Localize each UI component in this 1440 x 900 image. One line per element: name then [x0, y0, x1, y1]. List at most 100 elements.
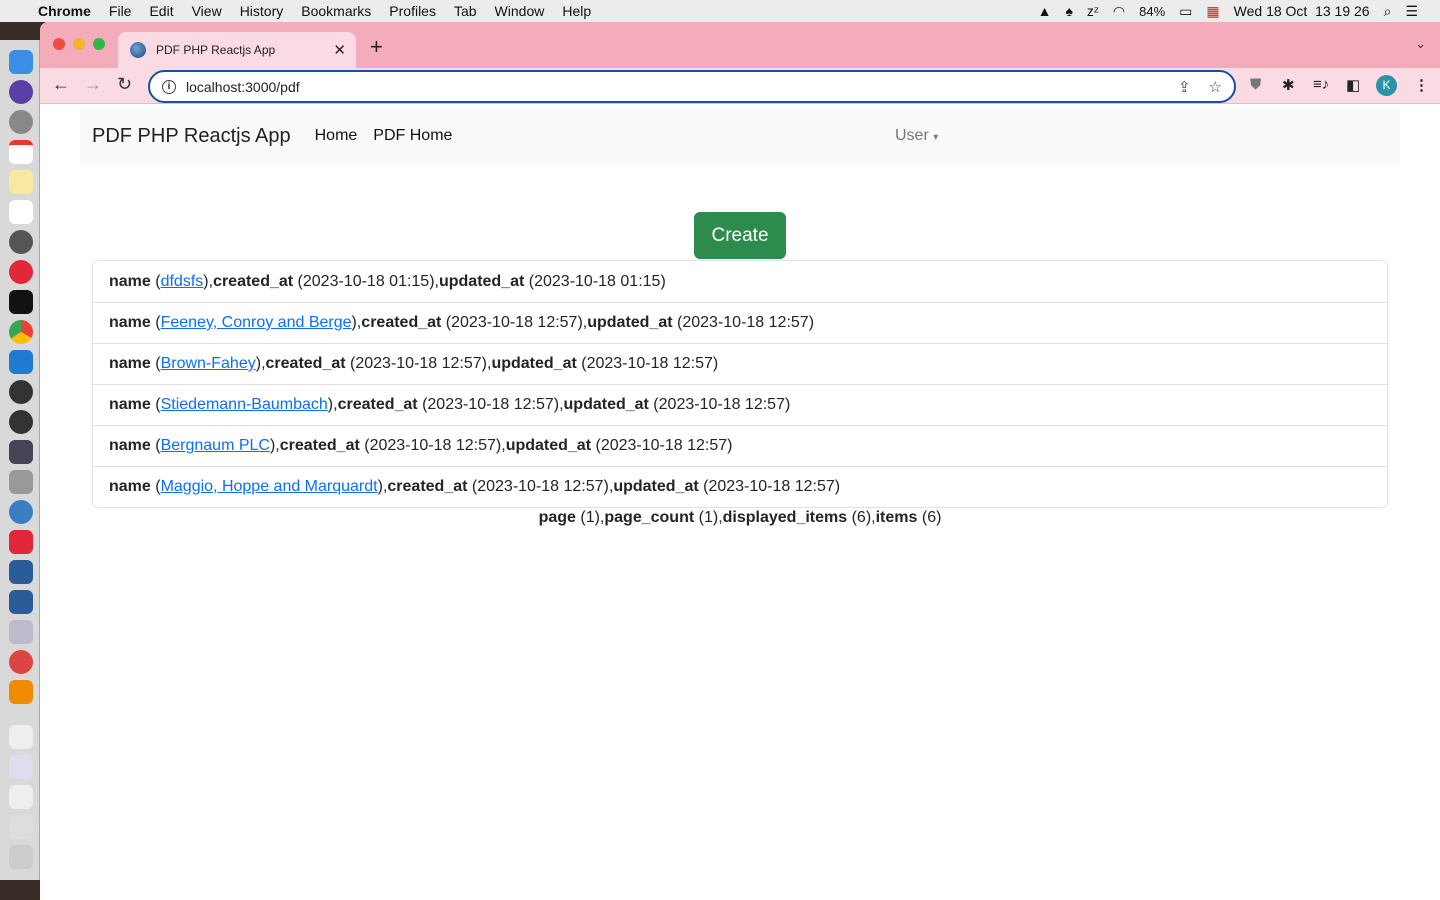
- app-icon[interactable]: [9, 650, 33, 674]
- updated-at-label: updated_at: [505, 437, 592, 454]
- app-icon[interactable]: [9, 620, 33, 644]
- media-icon[interactable]: ≡♪: [1313, 76, 1329, 93]
- info-icon[interactable]: i: [162, 79, 176, 94]
- create-button[interactable]: Create: [694, 212, 786, 259]
- name-label: name: [109, 355, 151, 372]
- reminders-icon[interactable]: [9, 200, 33, 224]
- rocket-icon[interactable]: ♠: [1065, 3, 1072, 19]
- avatar[interactable]: K: [1376, 75, 1397, 96]
- app-icon[interactable]: [9, 530, 33, 554]
- star-icon[interactable]: ☆: [1209, 78, 1222, 96]
- virtualbox-icon[interactable]: [9, 560, 33, 584]
- vlc-icon[interactable]: ▲: [1038, 3, 1052, 19]
- menu-bookmarks[interactable]: Bookmarks: [301, 3, 371, 19]
- user-label: User: [895, 127, 929, 144]
- terminal-icon[interactable]: [9, 290, 33, 314]
- app-icon[interactable]: [9, 410, 33, 434]
- items-label: items: [875, 509, 918, 526]
- user-dropdown[interactable]: User ▾: [895, 127, 938, 145]
- finder-icon[interactable]: [9, 50, 33, 74]
- menu-help[interactable]: Help: [562, 3, 591, 19]
- document-icon[interactable]: [9, 755, 33, 779]
- name-label: name: [109, 478, 151, 495]
- document-icon[interactable]: [9, 785, 33, 809]
- url-text[interactable]: localhost:3000/pdf: [186, 79, 300, 95]
- virtualbox-icon[interactable]: [9, 590, 33, 614]
- pdf-link[interactable]: dfdsfs: [161, 273, 204, 291]
- name-label: name: [109, 396, 151, 413]
- vlc-icon[interactable]: [9, 680, 33, 704]
- menu-app[interactable]: Chrome: [38, 3, 91, 19]
- tab-active[interactable]: PDF PHP Reactjs App ✕: [118, 32, 356, 68]
- menu-tab[interactable]: Tab: [454, 3, 477, 19]
- more-icon[interactable]: ⋮: [1414, 76, 1429, 94]
- dock: [0, 40, 40, 880]
- nav-pdf-home[interactable]: PDF Home: [373, 127, 452, 145]
- trash-icon[interactable]: [9, 845, 33, 869]
- database-icon[interactable]: [9, 470, 33, 494]
- menu-history[interactable]: History: [240, 3, 284, 19]
- pdf-link[interactable]: Maggio, Hoppe and Marquardt: [161, 478, 378, 496]
- menu-window[interactable]: Window: [495, 3, 545, 19]
- created-at-value: 2023-10-18 12:57: [369, 437, 496, 454]
- extensions-icon[interactable]: ✱: [1282, 76, 1295, 94]
- new-tab-button[interactable]: +: [370, 34, 383, 60]
- pdf-link[interactable]: Stiedemann-Baumbach: [161, 396, 328, 414]
- calendar-icon[interactable]: [9, 140, 33, 164]
- page-label: page: [538, 509, 576, 526]
- share-icon[interactable]: ⇪: [1178, 78, 1191, 96]
- address-bar[interactable]: i localhost:3000/pdf ⇪ ☆: [148, 70, 1236, 103]
- menu-view[interactable]: View: [192, 3, 222, 19]
- menu-profiles[interactable]: Profiles: [389, 3, 436, 19]
- pdf-link[interactable]: Feeney, Conroy and Berge: [161, 314, 352, 332]
- menu-file[interactable]: File: [109, 3, 132, 19]
- vscode-icon[interactable]: [9, 350, 33, 374]
- updated-at-label: updated_at: [491, 355, 577, 372]
- flag-icon[interactable]: ▦: [1206, 3, 1219, 20]
- updated-at-value: 2023-10-18 12:57: [600, 437, 728, 454]
- document-icon[interactable]: [9, 815, 33, 839]
- pdf-link[interactable]: Brown-Fahey: [161, 355, 256, 373]
- battery-icon[interactable]: ▭: [1179, 3, 1192, 20]
- pagination-info: page (1),page_count (1),displayed_items …: [538, 509, 942, 526]
- created-at-label: created_at: [387, 478, 468, 495]
- created-at-label: created_at: [337, 396, 418, 413]
- close-window-button[interactable]: [53, 38, 65, 50]
- app-icon[interactable]: [9, 260, 33, 284]
- app-icon[interactable]: [9, 440, 33, 464]
- app-icon[interactable]: [9, 380, 33, 404]
- back-icon[interactable]: ←: [52, 74, 70, 95]
- maximize-window-button[interactable]: [93, 38, 105, 50]
- toolbar: ← → ↻ i localhost:3000/pdf ⇪ ☆ ⛊ ✱ ≡♪ ◧ K…: [40, 68, 1440, 104]
- launchpad-icon[interactable]: [9, 110, 33, 134]
- name-label: name: [109, 314, 151, 331]
- clock[interactable]: Wed 18 Oct 13 19 26: [1234, 3, 1370, 19]
- minimize-window-button[interactable]: [73, 38, 85, 50]
- list-item: name (dfdsfs), created_at (2023-10-18 01:…: [109, 272, 666, 291]
- sleep-icon[interactable]: zᶻ: [1087, 3, 1099, 19]
- notes-icon[interactable]: [9, 170, 33, 194]
- pdf-link[interactable]: Bergnaum PLC: [161, 437, 270, 455]
- list-item: name (Maggio, Hoppe and Marquardt), creat…: [93, 466, 1387, 507]
- siri-icon[interactable]: [9, 80, 33, 104]
- search-icon[interactable]: ⌕: [1384, 3, 1392, 20]
- reload-icon[interactable]: ↻: [117, 74, 132, 95]
- forward-icon[interactable]: →: [84, 74, 102, 95]
- app-icon[interactable]: [9, 500, 33, 524]
- document-icon[interactable]: [9, 725, 33, 749]
- chrome-icon[interactable]: [9, 320, 33, 344]
- updated-at-value: 2023-10-18 12:57: [586, 355, 713, 372]
- nav-home[interactable]: Home: [315, 127, 358, 145]
- name-label: name: [109, 272, 151, 290]
- side-panel-icon[interactable]: ◧: [1346, 76, 1360, 94]
- control-center-icon[interactable]: ☰: [1405, 3, 1418, 20]
- settings-icon[interactable]: [9, 230, 33, 254]
- close-tab-icon[interactable]: ✕: [333, 41, 346, 59]
- menu-edit[interactable]: Edit: [149, 3, 173, 19]
- wifi-icon[interactable]: ◠: [1113, 3, 1125, 20]
- created-at-value: 2023-10-18 12:57: [451, 314, 578, 331]
- list-item: name (Bergnaum PLC), created_at (2023-10-…: [93, 425, 1387, 466]
- brand[interactable]: PDF PHP Reactjs App: [92, 125, 291, 148]
- tab-search-chevron-icon[interactable]: ⌄: [1415, 36, 1426, 52]
- ublock-icon[interactable]: ⛊: [1250, 76, 1261, 93]
